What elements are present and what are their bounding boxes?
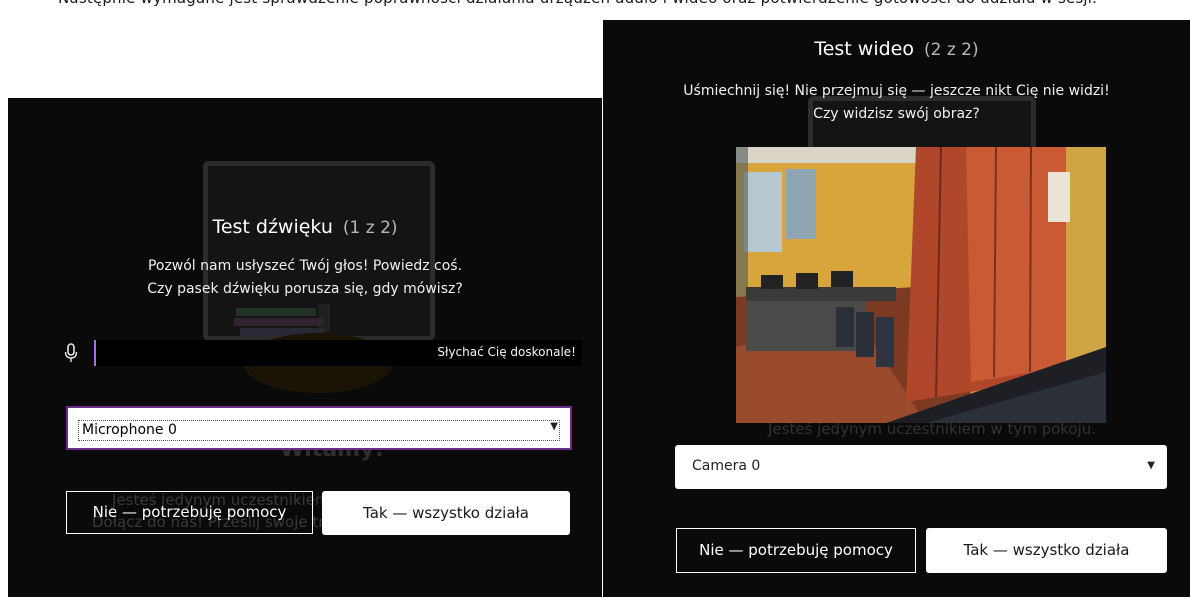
microphone-select-value: Microphone 0 [78,420,560,441]
sound-test-instruction-2: Czy pasek dźwięku porusza się, gdy mówis… [147,281,463,297]
dropdown-arrow-icon: ▼ [1147,460,1155,471]
title-text: Test wideo [814,38,914,60]
step-indicator: (2 z 2) [924,40,979,60]
background-book [234,318,324,326]
sound-test-panel: Witamy! Jesteś jedynym uczestnikiem w ty… [8,98,602,597]
microphone-status-text: Słychać Cię doskonale! [437,345,576,359]
microphone-select[interactable]: Microphone 0 ▼ [66,406,572,450]
background-mug [318,304,330,332]
need-help-button[interactable]: Nie — potrzebuję pomocy [676,528,916,573]
microphone-level-meter: Słychać Cię doskonale! [58,339,582,367]
camera-preview [736,147,1106,423]
sound-test-title: Test dźwięku (1 z 2) [8,216,602,238]
step-indicator: (1 z 2) [342,218,398,238]
dropdown-arrow-icon: ▼ [550,421,558,432]
all-works-button[interactable]: Tak — wszystko działa [322,491,570,535]
camera-select[interactable]: Camera 0 ▼ [675,445,1167,489]
background-book [236,308,316,316]
microphone-icon [64,343,78,362]
page-caption: Następnie wymagane jest sprawdzenie popr… [0,0,1190,9]
video-test-instruction-1: Uśmiechnij się! Nie przejmuj się — jeszc… [683,83,1110,99]
video-test-panel: Jesteś jedynym uczestnikiem w tym pokoju… [603,20,1190,597]
camera-preview-image [736,147,1106,423]
video-test-instruction-2: Czy widzisz swój obraz? [813,106,980,122]
title-text: Test dźwięku [212,216,333,238]
all-works-button[interactable]: Tak — wszystko działa [926,528,1167,573]
need-help-button[interactable]: Nie — potrzebuję pomocy [66,491,313,534]
video-test-title: Test wideo (2 z 2) [603,38,1190,60]
microphone-level-fill [94,340,96,366]
camera-select-value: Camera 0 [692,458,761,474]
sound-test-instruction-1: Pozwól nam usłyszeć Twój głos! Powiedz c… [147,258,463,274]
